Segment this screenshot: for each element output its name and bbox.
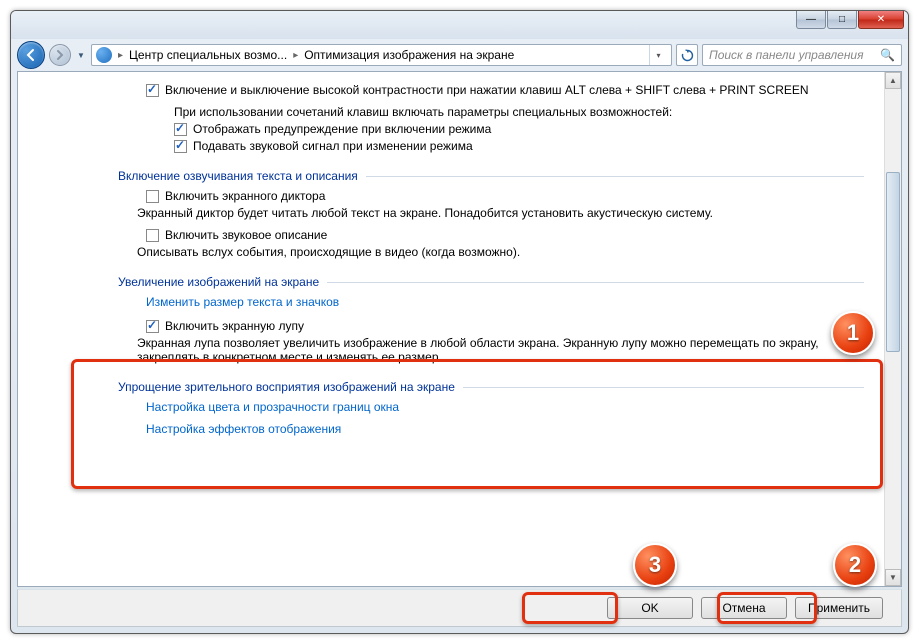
audio-desc-label: Включить звуковое описание bbox=[165, 228, 327, 242]
search-placeholder: Поиск в панели управления bbox=[709, 48, 864, 62]
titlebar: — □ ✕ bbox=[11, 11, 908, 39]
high-contrast-toggle-row: Включение и выключение высокой контрастн… bbox=[118, 83, 864, 97]
color-link-row: Настройка цвета и прозрачности границ ок… bbox=[118, 400, 864, 414]
section-narration-header: Включение озвучивания текста и описания bbox=[118, 169, 864, 183]
search-input[interactable]: Поиск в панели управления 🔍 bbox=[702, 44, 902, 66]
control-panel-window: — □ ✕ ▼ ▸ Центр специальных возмо... ▸ О… bbox=[10, 10, 909, 634]
search-icon: 🔍 bbox=[880, 48, 895, 62]
resize-text-link[interactable]: Изменить размер текста и значков bbox=[146, 295, 339, 309]
audio-desc-checkbox[interactable] bbox=[146, 229, 159, 242]
high-contrast-subtext: При использовании сочетаний клавиш включ… bbox=[118, 105, 864, 119]
scroll-thumb[interactable] bbox=[886, 172, 900, 352]
ok-button[interactable]: OK bbox=[607, 597, 693, 619]
sound-row: Подавать звуковой сигнал при изменении р… bbox=[118, 139, 864, 153]
magnifier-row: Включить экранную лупу bbox=[118, 319, 864, 333]
warning-checkbox[interactable] bbox=[174, 123, 187, 136]
divider bbox=[366, 176, 864, 177]
back-button[interactable] bbox=[17, 41, 45, 69]
minimize-button[interactable]: — bbox=[796, 11, 826, 29]
forward-button[interactable] bbox=[49, 44, 71, 66]
narrator-checkbox[interactable] bbox=[146, 190, 159, 203]
breadcrumb-item[interactable]: Центр специальных возмо... bbox=[129, 48, 287, 62]
settings-panel: Включение и выключение высокой контрастн… bbox=[18, 72, 884, 586]
cancel-button[interactable]: Отмена bbox=[701, 597, 787, 619]
sound-checkbox[interactable] bbox=[174, 140, 187, 153]
address-bar: ▼ ▸ Центр специальных возмо... ▸ Оптимиз… bbox=[11, 39, 908, 71]
close-button[interactable]: ✕ bbox=[858, 11, 904, 29]
audio-desc-description: Описывать вслух события, происходящие в … bbox=[118, 245, 864, 259]
narrator-label: Включить экранного диктора bbox=[165, 189, 325, 203]
annotation-marker-3: 3 bbox=[633, 543, 677, 587]
scroll-up-arrow[interactable]: ▲ bbox=[885, 72, 901, 89]
display-effects-link[interactable]: Настройка эффектов отображения bbox=[146, 422, 341, 436]
scroll-down-arrow[interactable]: ▼ bbox=[885, 569, 901, 586]
divider bbox=[463, 387, 864, 388]
vertical-scrollbar[interactable]: ▲ ▼ bbox=[884, 72, 901, 586]
warning-row: Отображать предупреждение при включении … bbox=[118, 122, 864, 136]
ease-of-access-icon bbox=[96, 47, 112, 63]
arrow-left-icon bbox=[24, 48, 38, 62]
warning-label: Отображать предупреждение при включении … bbox=[193, 122, 491, 136]
high-contrast-label: Включение и выключение высокой контрастн… bbox=[165, 83, 809, 97]
arrow-right-icon bbox=[55, 50, 65, 60]
refresh-icon bbox=[681, 49, 694, 62]
section-simplify-header: Упрощение зрительного восприятия изображ… bbox=[118, 380, 864, 394]
content-area: Включение и выключение высокой контрастн… bbox=[17, 71, 902, 587]
dialog-button-bar: OK Отмена Применить bbox=[17, 589, 902, 627]
high-contrast-checkbox[interactable] bbox=[146, 84, 159, 97]
refresh-button[interactable] bbox=[676, 44, 698, 66]
breadcrumb-item[interactable]: Оптимизация изображения на экране bbox=[304, 48, 514, 62]
narrator-row: Включить экранного диктора bbox=[118, 189, 864, 203]
magnifier-label: Включить экранную лупу bbox=[165, 319, 304, 333]
annotation-marker-1: 1 bbox=[831, 311, 875, 355]
effects-link-row: Настройка эффектов отображения bbox=[118, 422, 864, 436]
magnifier-description: Экранная лупа позволяет увеличить изобра… bbox=[118, 336, 864, 364]
nav-history-dropdown[interactable]: ▼ bbox=[75, 46, 87, 64]
sound-label: Подавать звуковой сигнал при изменении р… bbox=[193, 139, 473, 153]
apply-button[interactable]: Применить bbox=[795, 597, 883, 619]
window-border-color-link[interactable]: Настройка цвета и прозрачности границ ок… bbox=[146, 400, 399, 414]
audio-desc-row: Включить звуковое описание bbox=[118, 228, 864, 242]
magnifier-checkbox[interactable] bbox=[146, 320, 159, 333]
section-magnify-header: Увеличение изображений на экране bbox=[118, 275, 864, 289]
window-controls: — □ ✕ bbox=[795, 11, 904, 29]
divider bbox=[327, 282, 864, 283]
maximize-button[interactable]: □ bbox=[827, 11, 857, 29]
annotation-marker-2: 2 bbox=[833, 543, 877, 587]
breadcrumb-bar[interactable]: ▸ Центр специальных возмо... ▸ Оптимизац… bbox=[91, 44, 672, 66]
address-dropdown[interactable]: ▾ bbox=[649, 44, 667, 66]
resize-link-row: Изменить размер текста и значков bbox=[118, 295, 864, 309]
chevron-right-icon: ▸ bbox=[116, 50, 125, 61]
chevron-right-icon: ▸ bbox=[291, 50, 300, 61]
narrator-description: Экранный диктор будет читать любой текст… bbox=[118, 206, 864, 220]
